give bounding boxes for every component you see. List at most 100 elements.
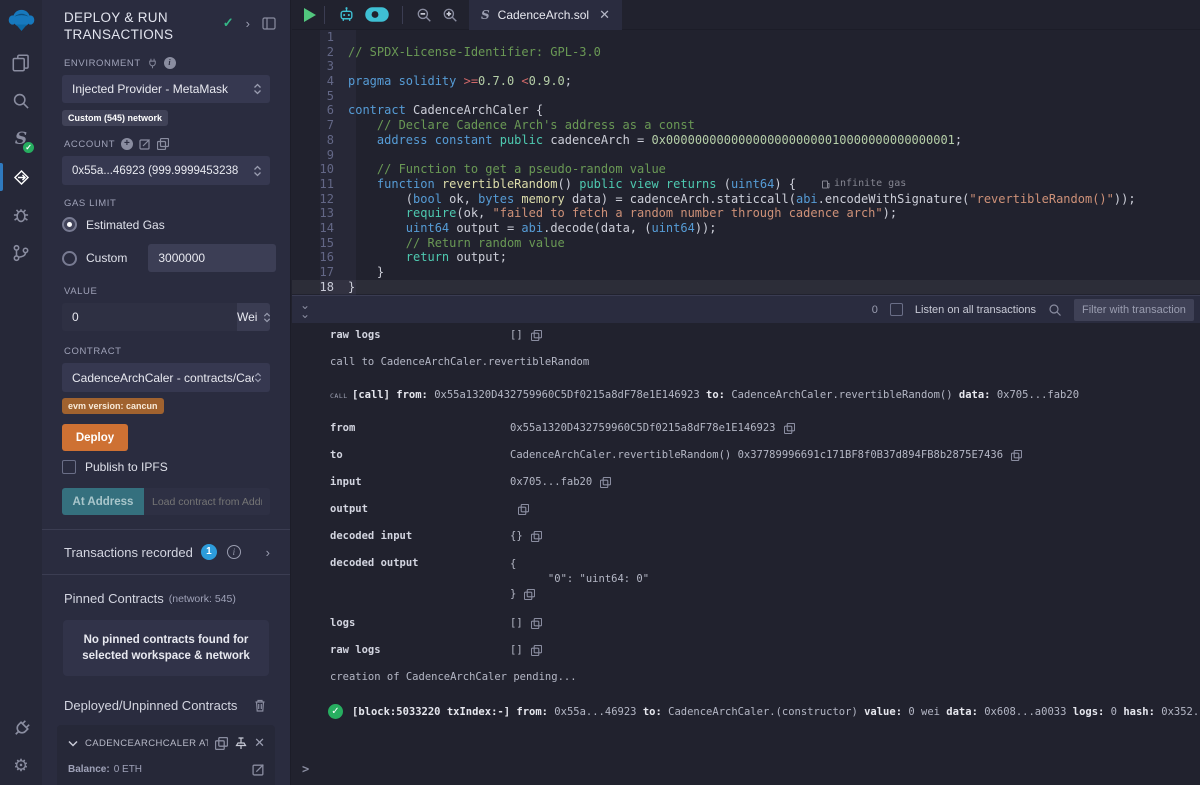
- terminal-output: > raw logs[]call to CadenceArchCaler.rev…: [292, 323, 1200, 784]
- ai-assistant-icon[interactable]: [338, 6, 355, 23]
- pin-icon[interactable]: [235, 737, 247, 750]
- code-text: }: [348, 265, 384, 280]
- fork-state-icon[interactable]: [147, 58, 158, 69]
- trash-icon[interactable]: [254, 699, 266, 712]
- debugger-icon[interactable]: [0, 196, 42, 234]
- environment-select[interactable]: Injected Provider - MetaMask: [62, 75, 270, 103]
- custom-gas-input[interactable]: [148, 244, 276, 272]
- panel-expand-icon[interactable]: ›: [246, 16, 250, 31]
- edit-balance-icon[interactable]: [252, 763, 265, 776]
- environment-info-icon[interactable]: i: [164, 57, 176, 69]
- code-line: 6contract CadenceArchCaler {: [292, 103, 1200, 118]
- line-number: 5: [292, 89, 348, 104]
- ai-toggle-icon[interactable]: [365, 7, 389, 22]
- at-address-input[interactable]: [144, 488, 270, 515]
- tab-cadencearch-sol[interactable]: S CadenceArch.sol ✕: [469, 0, 622, 30]
- close-contract-icon[interactable]: ✕: [254, 735, 265, 751]
- value-input[interactable]: [62, 303, 237, 331]
- copy-icon[interactable]: [600, 477, 611, 488]
- copy-icon[interactable]: [531, 330, 542, 341]
- search-icon[interactable]: [0, 82, 42, 120]
- copy-account-icon[interactable]: [157, 138, 169, 150]
- terminal-message: creation of CadenceArchCaler pending...: [292, 671, 1200, 683]
- value-unit-select[interactable]: Wei: [237, 303, 270, 331]
- terminal-value: {}: [510, 530, 523, 542]
- solidity-compiler-icon[interactable]: S✓: [0, 120, 42, 158]
- zoom-in-icon[interactable]: [442, 7, 458, 23]
- copy-icon[interactable]: [531, 645, 542, 656]
- code-line: 11 function revertibleRandom() public vi…: [292, 177, 1200, 192]
- line-number: 6: [292, 103, 348, 118]
- code-editor[interactable]: 12// SPDX-License-Identifier: GPL-3.034p…: [292, 30, 1200, 295]
- add-account-icon[interactable]: +: [121, 138, 133, 150]
- code-text: // Function to get a pseudo-random value: [348, 162, 666, 177]
- line-number: 16: [292, 250, 348, 265]
- publish-ipfs-label: Publish to IPFS: [85, 460, 168, 474]
- pinned-network-subtitle: (network: 545): [169, 593, 236, 605]
- terminal-kv-row: decoded input{}: [292, 530, 1200, 542]
- code-line: 9: [292, 148, 1200, 163]
- deployed-contracts-title: Deployed/Unpinned Contracts: [64, 698, 254, 713]
- terminal-collapse-icon[interactable]: ⌄⌄: [300, 301, 308, 319]
- terminal-key: raw logs: [330, 644, 510, 656]
- editor-toolbar: S CadenceArch.sol ✕: [292, 0, 1200, 30]
- line-number: 7: [292, 118, 348, 133]
- code-line: 16 return output;: [292, 250, 1200, 265]
- settings-icon[interactable]: ⚙: [0, 747, 42, 785]
- stepper-icon: [253, 83, 262, 95]
- run-script-button[interactable]: [304, 8, 316, 22]
- line-number: 15: [292, 236, 348, 251]
- solidity-file-icon: S: [481, 8, 490, 22]
- terminal-search-icon[interactable]: [1048, 303, 1062, 317]
- split-view-icon[interactable]: [262, 17, 276, 30]
- terminal-kv-row: input0x705...fab20: [292, 476, 1200, 488]
- code-line: 12 (bool ok, bytes memory data) = cadenc…: [292, 192, 1200, 207]
- copy-icon[interactable]: [531, 618, 542, 629]
- terminal-filter-input[interactable]: [1074, 299, 1194, 321]
- git-icon[interactable]: [0, 234, 42, 272]
- at-address-button[interactable]: At Address: [62, 488, 144, 515]
- zoom-out-icon[interactable]: [416, 7, 432, 23]
- plugin-manager-icon[interactable]: [0, 709, 42, 747]
- estimated-gas-radio[interactable]: [62, 217, 77, 232]
- transactions-info-icon[interactable]: i: [227, 545, 241, 559]
- terminal-block-row[interactable]: ✓[block:5033220 txIndex:-] from: 0x55a..…: [292, 704, 1200, 719]
- transactions-expand-icon[interactable]: ›: [266, 545, 270, 560]
- terminal-prompt[interactable]: >: [302, 762, 309, 776]
- code-line: 14 uint64 output = abi.decode(data, (uin…: [292, 221, 1200, 236]
- tab-close-icon[interactable]: ✕: [599, 7, 610, 23]
- account-value: 0x55a...46923 (999.9999453238: [72, 165, 253, 177]
- custom-gas-radio[interactable]: [62, 251, 77, 266]
- terminal-key: decoded input: [330, 530, 510, 542]
- stepper-icon: [254, 372, 262, 383]
- success-check-icon: ✓: [328, 704, 343, 719]
- account-select[interactable]: 0x55a...46923 (999.9999453238: [62, 156, 270, 185]
- line-number: 18: [292, 280, 348, 295]
- terminal-key: to: [330, 449, 510, 461]
- deploy-button[interactable]: Deploy: [62, 424, 128, 451]
- evm-version-badge: evm version: cancun: [62, 398, 164, 414]
- copy-address-icon[interactable]: [215, 737, 228, 750]
- code-line: 7 // Declare Cadence Arch's address as a…: [292, 118, 1200, 133]
- file-explorer-icon[interactable]: [0, 44, 42, 82]
- copy-icon[interactable]: [784, 423, 795, 434]
- code-line: 13 require(ok, "failed to fetch a random…: [292, 206, 1200, 221]
- copy-icon[interactable]: [531, 531, 542, 542]
- contract-select[interactable]: CadenceArchCaler - contracts/Cac: [62, 363, 270, 392]
- deploy-run-icon[interactable]: [0, 158, 42, 196]
- sign-message-icon[interactable]: [139, 138, 151, 150]
- transactions-recorded-row[interactable]: Transactions recorded 1 i ›: [42, 530, 290, 560]
- call-badge: call: [330, 392, 352, 400]
- publish-ipfs-checkbox[interactable]: [62, 460, 76, 474]
- code-line: 17 }: [292, 265, 1200, 280]
- code-text: return output;: [348, 250, 507, 265]
- copy-icon[interactable]: [1011, 450, 1022, 461]
- balance-label: Balance:: [68, 764, 110, 775]
- listen-all-checkbox[interactable]: [890, 303, 903, 316]
- copy-icon[interactable]: [524, 589, 535, 600]
- terminal-call-row[interactable]: call[call] from: 0x55a1320D432759960C5Df…: [292, 389, 1200, 401]
- chevron-down-icon[interactable]: [68, 740, 78, 747]
- remix-logo-icon: [8, 7, 35, 34]
- line-number: 12: [292, 192, 348, 207]
- copy-icon[interactable]: [518, 504, 529, 515]
